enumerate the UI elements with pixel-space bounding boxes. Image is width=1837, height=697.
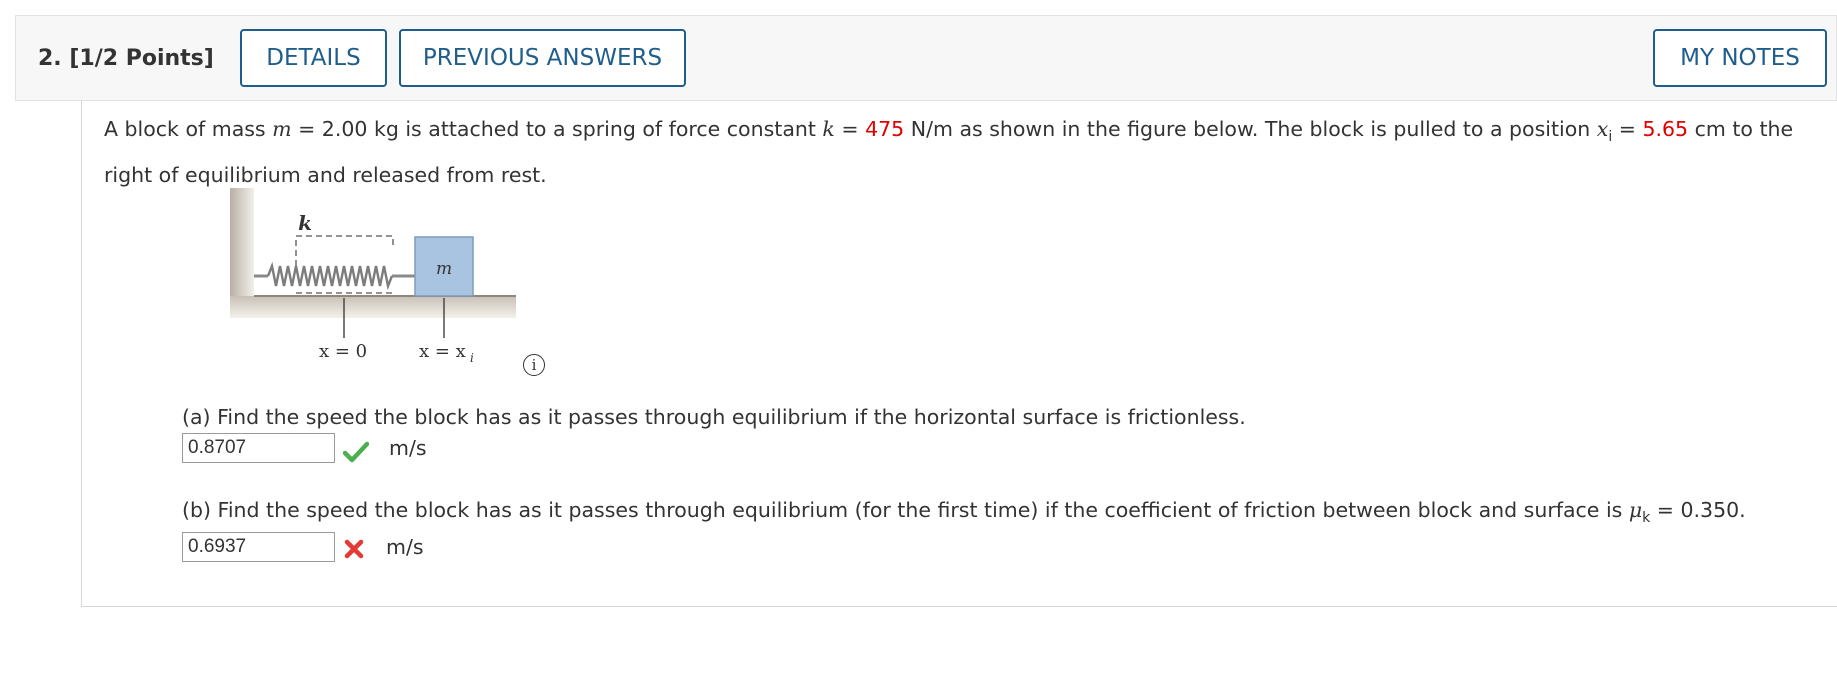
details-button[interactable]: DETAILS [240,29,387,87]
part-b-question-text: (b) Find the speed the block has as it p… [182,498,1629,522]
part-a-answer-input[interactable] [182,433,335,463]
mass-variable: m [272,117,292,141]
check-icon [343,441,369,463]
problem-text-4: N/m as shown in the figure below. The bl… [904,117,1597,141]
question-number-label: 2. [1/2 Points] [38,46,214,71]
question-number: 2. [38,46,62,71]
problem-text-5: = [1612,117,1643,141]
my-notes-button[interactable]: MY NOTES [1653,29,1827,87]
xi-subscript: i [470,351,474,365]
x0-label: x = 0 [319,341,367,362]
floor [230,296,516,318]
problem-text-2: = 2.00 kg is attached to a spring of for… [291,117,823,141]
friction-coefficient-variable: μ [1628,498,1643,522]
wall [230,188,254,298]
previous-answers-button[interactable]: PREVIOUS ANSWERS [399,29,686,87]
spring-label: k [298,211,312,235]
xi-label: x = x [419,341,466,362]
problem-text-3: = [834,117,866,141]
spring-constant-value: 475 [865,117,905,141]
question-header: 2. [1/2 Points] DETAILS PREVIOUS ANSWERS… [15,15,1837,101]
equilibrium-outline [295,235,394,266]
part-b-question: (b) Find the speed the block has as it p… [182,498,1746,526]
part-b-unit: m/s [386,535,424,559]
points-label: [1/2 Points] [69,46,214,71]
problem-statement: A block of mass m = 2.00 kg is attached … [104,110,1829,194]
position-value: 5.65 [1642,117,1689,141]
cross-icon [344,539,364,559]
spring [266,261,394,291]
problem-text-1: A block of mass [104,117,273,141]
mass-label: m [436,259,452,279]
spring-block-figure: m k x = 0 x = x i [230,188,516,365]
part-a-question: (a) Find the speed the block has as it p… [182,405,1246,429]
friction-coefficient-value: = 0.350. [1650,498,1746,522]
part-a-unit: m/s [389,436,427,460]
info-icon[interactable]: i [523,354,545,376]
position-variable: x [1596,117,1609,141]
spring-constant-variable: k [822,117,835,141]
part-b-answer-input[interactable] [182,532,335,562]
